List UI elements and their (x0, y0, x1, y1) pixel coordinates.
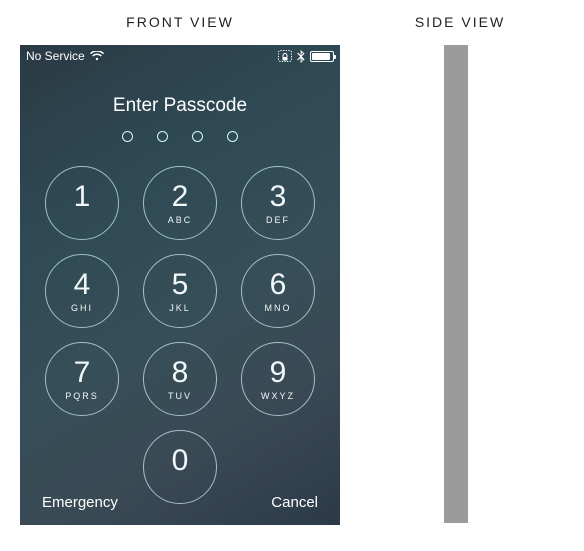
keypad: 1 2 ABC 3 DEF 4 GHI 5 JKL 6 MNO 7 PQRS 8 TUV 9 W… (20, 166, 340, 504)
key-3[interactable]: 3 DEF (241, 166, 315, 240)
key-letters: ABC (168, 215, 193, 225)
key-digit: 2 (172, 182, 189, 212)
passcode-dot (122, 131, 133, 142)
key-digit: 9 (270, 358, 287, 388)
service-status: No Service (26, 49, 85, 63)
key-letters: GHI (71, 303, 93, 313)
key-7[interactable]: 7 PQRS (45, 342, 119, 416)
phone-front-view: No Service Enter Passcode 1 2 ABC 3 DEF (20, 45, 340, 525)
front-view-label: FRONT VIEW (20, 14, 340, 30)
key-1[interactable]: 1 (45, 166, 119, 240)
key-5[interactable]: 5 JKL (143, 254, 217, 328)
key-letters: MNO (265, 303, 292, 313)
key-digit: 5 (172, 270, 189, 300)
key-9[interactable]: 9 WXYZ (241, 342, 315, 416)
key-8[interactable]: 8 TUV (143, 342, 217, 416)
key-digit: 3 (270, 182, 287, 212)
side-view-label: SIDE VIEW (400, 14, 520, 30)
passcode-dot (157, 131, 168, 142)
cancel-button[interactable]: Cancel (271, 494, 318, 511)
passcode-dot (227, 131, 238, 142)
key-digit: 6 (270, 270, 287, 300)
key-letters: PQRS (65, 391, 99, 401)
phone-side-view (444, 45, 468, 523)
key-letters: TUV (168, 391, 192, 401)
orientation-lock-icon (278, 50, 292, 62)
key-digit: 0 (172, 446, 189, 476)
key-digit: 4 (74, 270, 91, 300)
key-digit: 8 (172, 358, 189, 388)
battery-icon (310, 51, 334, 62)
key-letters: DEF (266, 215, 290, 225)
key-letters: WXYZ (261, 391, 295, 401)
key-digit: 7 (74, 358, 91, 388)
passcode-dots (20, 131, 340, 142)
wifi-icon (90, 51, 104, 61)
key-digit: 1 (74, 182, 91, 212)
passcode-prompt: Enter Passcode (20, 95, 340, 117)
key-2[interactable]: 2 ABC (143, 166, 217, 240)
key-letters: JKL (169, 303, 191, 313)
passcode-dot (192, 131, 203, 142)
status-bar: No Service (20, 45, 340, 67)
bluetooth-icon (297, 50, 305, 63)
key-0[interactable]: 0 (143, 430, 217, 504)
key-6[interactable]: 6 MNO (241, 254, 315, 328)
emergency-button[interactable]: Emergency (42, 494, 118, 511)
key-4[interactable]: 4 GHI (45, 254, 119, 328)
